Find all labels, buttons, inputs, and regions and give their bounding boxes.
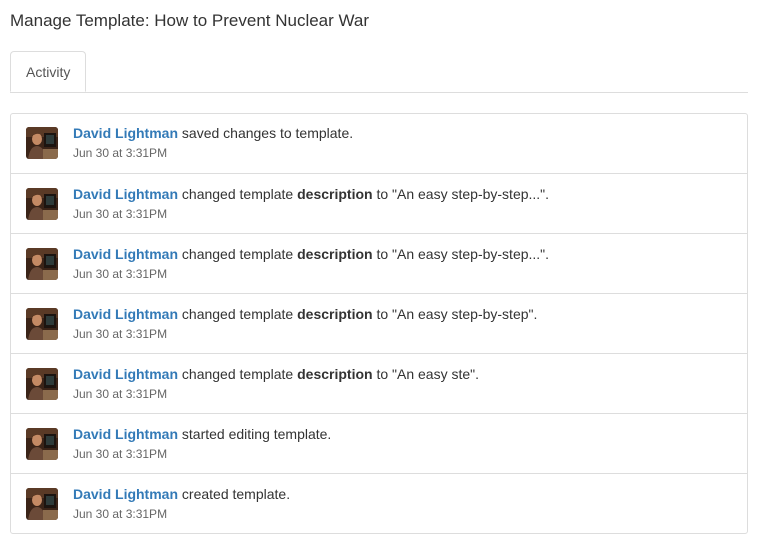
activity-list: David Lightman saved changes to template…	[10, 113, 748, 534]
activity-timestamp: Jun 30 at 3:31PM	[73, 447, 168, 461]
field-name: description	[297, 186, 373, 202]
tab-bar: Activity	[10, 51, 748, 93]
change-value-text: to "An easy step-by-step".	[372, 306, 538, 322]
activity-description: David Lightman started editing template.	[73, 425, 331, 443]
user-link[interactable]: David Lightman	[73, 486, 178, 502]
user-avatar-icon[interactable]	[26, 308, 58, 340]
change-value-text: to "An easy step-by-step...".	[372, 186, 550, 202]
change-value-text: to "An easy step-by-step...".	[372, 246, 550, 262]
activity-timestamp: Jun 30 at 3:31PM	[73, 207, 168, 221]
activity-timestamp: Jun 30 at 3:31PM	[73, 327, 168, 341]
user-link[interactable]: David Lightman	[73, 246, 178, 262]
user-link[interactable]: David Lightman	[73, 306, 178, 322]
field-name: description	[297, 246, 373, 262]
user-link[interactable]: David Lightman	[73, 186, 178, 202]
activity-description: David Lightman changed template descript…	[73, 185, 549, 203]
activity-description: David Lightman changed template descript…	[73, 305, 537, 323]
activity-timestamp: Jun 30 at 3:31PM	[73, 507, 168, 521]
tab-activity[interactable]: Activity	[10, 51, 87, 92]
activity-item: David Lightman started editing template.…	[11, 413, 747, 473]
user-link[interactable]: David Lightman	[73, 125, 178, 141]
user-link[interactable]: David Lightman	[73, 426, 178, 442]
action-text: created template.	[178, 486, 291, 502]
activity-timestamp: Jun 30 at 3:31PM	[73, 267, 168, 281]
user-avatar-icon[interactable]	[26, 188, 58, 220]
action-text: saved changes to template.	[178, 125, 354, 141]
activity-item: David Lightman saved changes to template…	[11, 114, 747, 173]
activity-description: David Lightman changed template descript…	[73, 365, 479, 383]
action-text: changed template	[178, 306, 298, 322]
user-avatar-icon[interactable]	[26, 368, 58, 400]
action-text: started editing template.	[178, 426, 332, 442]
activity-item: David Lightman created template. Jun 30 …	[11, 473, 747, 533]
activity-description: David Lightman changed template descript…	[73, 245, 549, 263]
activity-description: David Lightman created template.	[73, 485, 290, 503]
activity-item: David Lightman changed template descript…	[11, 353, 747, 413]
field-name: description	[297, 306, 373, 322]
action-text: changed template	[178, 186, 298, 202]
field-name: description	[297, 366, 373, 382]
user-link[interactable]: David Lightman	[73, 366, 178, 382]
activity-item: David Lightman changed template descript…	[11, 173, 747, 233]
activity-description: David Lightman saved changes to template…	[73, 124, 353, 142]
change-value-text: to "An easy ste".	[372, 366, 480, 382]
action-text: changed template	[178, 366, 298, 382]
action-text: changed template	[178, 246, 298, 262]
activity-timestamp: Jun 30 at 3:31PM	[73, 387, 168, 401]
page-title: Manage Template: How to Prevent Nuclear …	[10, 11, 370, 30]
user-avatar-icon[interactable]	[26, 428, 58, 460]
activity-item: David Lightman changed template descript…	[11, 293, 747, 353]
user-avatar-icon[interactable]	[26, 248, 58, 280]
activity-item: David Lightman changed template descript…	[11, 233, 747, 293]
user-avatar-icon[interactable]	[26, 127, 58, 159]
user-avatar-icon[interactable]	[26, 488, 58, 520]
activity-timestamp: Jun 30 at 3:31PM	[73, 146, 168, 160]
